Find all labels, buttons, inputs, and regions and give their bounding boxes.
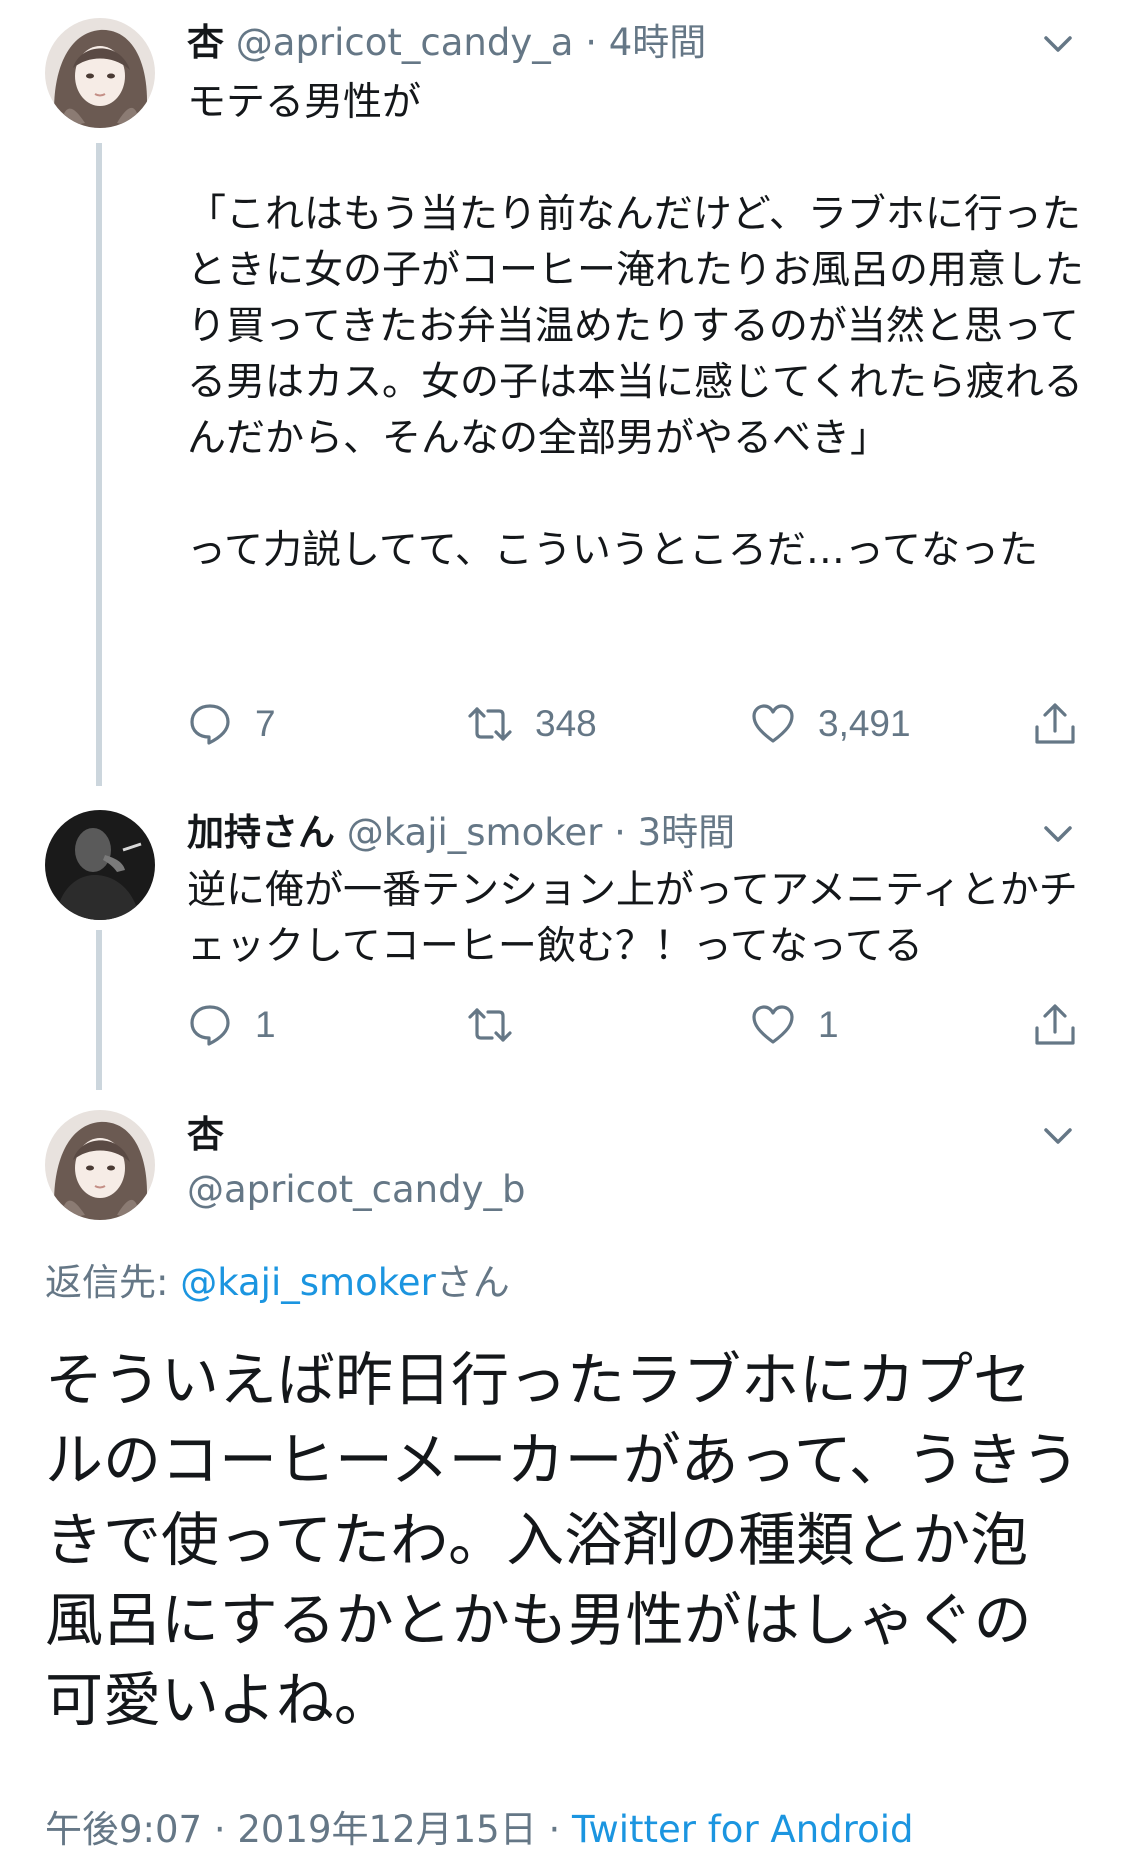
tweet-text: モテる男性が 「これはもう当たり前なんだけど、ラブホに行ったときに女の子がコーヒ…	[187, 80, 1085, 573]
client-link[interactable]: Twitter for Android	[572, 1808, 913, 1851]
avatar-smoker-icon	[45, 810, 155, 920]
reply-button[interactable]: 1	[187, 995, 276, 1055]
reply-icon	[190, 1005, 230, 1046]
reply-button[interactable]: 7	[187, 694, 276, 754]
tweet-text: そういえば昨日行ったラブホにカプセルのコーヒーメーカーがあって、うきうきで使って…	[45, 1346, 1080, 1734]
timestamp[interactable]: 4時間	[609, 21, 707, 64]
separator: ·	[548, 1808, 561, 1851]
reply-to-handle-link[interactable]: @kaji_smoker	[180, 1261, 436, 1304]
tweet-2[interactable]: 加持さん @kaji_smoker · 3時間 逆に俺が一番テンション上がってア…	[0, 800, 1125, 1100]
like-count: 1	[818, 1004, 839, 1045]
avatar[interactable]	[45, 1110, 155, 1220]
avatar-illustration-icon	[45, 18, 155, 128]
focused-tweet[interactable]: 杏 @apricot_candy_b 返信先: @kaji_smokerさん そ…	[0, 1100, 1125, 1860]
reply-icon	[190, 704, 230, 745]
tweet-header: 杏 @apricot_candy_a · 4時間	[187, 18, 706, 68]
like-icon	[752, 1005, 794, 1044]
display-name[interactable]: 杏	[187, 1110, 224, 1160]
thread-line	[96, 930, 102, 1090]
reply-to-suffix: さん	[435, 1261, 510, 1304]
user-handle[interactable]: @apricot_candy_a	[236, 21, 574, 64]
share-button[interactable]	[1032, 995, 1078, 1055]
share-icon	[1035, 703, 1075, 744]
tweet-meta: 午後9:07 · 2019年12月15日 · Twitter for Andro…	[45, 1805, 913, 1855]
chevron-down-icon[interactable]	[1040, 816, 1076, 852]
avatar[interactable]	[45, 810, 155, 920]
user-handle[interactable]: @kaji_smoker	[347, 811, 603, 854]
display-name[interactable]: 杏	[187, 21, 224, 64]
action-bar: 1 1	[187, 995, 1087, 1055]
tweet-text: 逆に俺が一番テンション上がってアメニティとかチェックしてコーヒー飲む？！ってなっ…	[187, 868, 1078, 969]
separator: ·	[614, 811, 626, 854]
tweet-1[interactable]: 杏 @apricot_candy_a · 4時間 モテる男性が 「これはもう当た…	[0, 0, 1125, 800]
retweet-icon	[468, 1008, 512, 1042]
reply-count: 7	[255, 703, 276, 744]
reply-to-label: 返信先:	[45, 1261, 181, 1304]
share-icon	[1035, 1004, 1075, 1045]
separator: ·	[585, 21, 597, 64]
timestamp[interactable]: 午後9:07	[45, 1808, 202, 1851]
avatar-illustration-icon	[45, 1110, 155, 1220]
reply-count: 1	[255, 1004, 276, 1045]
display-name[interactable]: 加持さん	[187, 811, 335, 854]
retweet-button[interactable]	[467, 995, 535, 1055]
like-button[interactable]: 1	[750, 995, 839, 1055]
like-button[interactable]: 3,491	[750, 694, 911, 754]
reply-to-line: 返信先: @kaji_smokerさん	[45, 1258, 510, 1308]
timestamp[interactable]: 3時間	[638, 811, 736, 854]
like-count: 3,491	[818, 703, 911, 744]
like-icon	[752, 704, 794, 743]
action-bar: 7 348 3,491	[187, 694, 1087, 754]
share-button[interactable]	[1032, 694, 1078, 754]
tweet-header: 加持さん @kaji_smoker · 3時間	[187, 808, 735, 858]
date[interactable]: 2019年12月15日	[237, 1808, 536, 1851]
chevron-down-icon[interactable]	[1040, 1118, 1076, 1154]
retweet-icon	[468, 707, 512, 741]
avatar[interactable]	[45, 18, 155, 128]
chevron-down-icon[interactable]	[1040, 26, 1076, 62]
separator: ·	[213, 1808, 226, 1851]
thread-line	[96, 143, 102, 786]
retweet-count: 348	[535, 703, 597, 744]
user-handle[interactable]: @apricot_candy_b	[187, 1165, 525, 1215]
retweet-button[interactable]: 348	[467, 694, 597, 754]
